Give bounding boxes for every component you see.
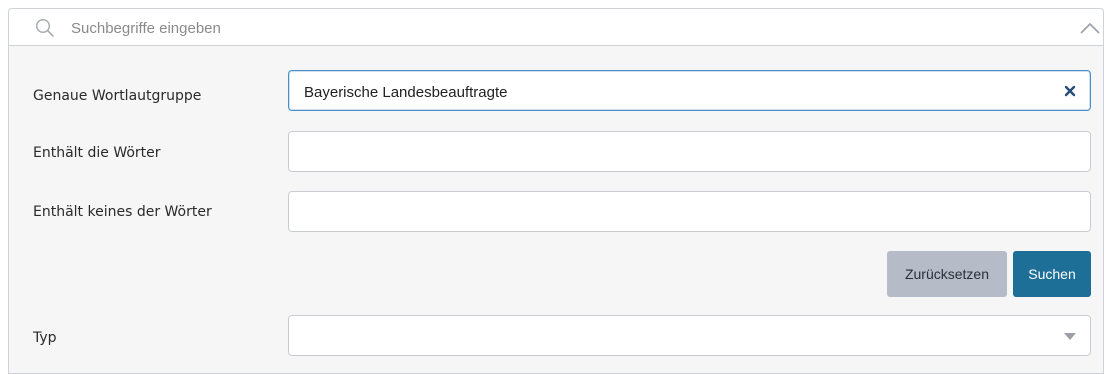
exact-phrase-input[interactable] xyxy=(302,80,1046,104)
search-button[interactable]: Suchen xyxy=(1013,251,1091,297)
type-select[interactable] xyxy=(288,315,1091,356)
contains-words-label: Enthält die Wörter xyxy=(33,145,161,161)
caret-down-icon xyxy=(1064,333,1076,340)
contains-words-field[interactable] xyxy=(288,131,1091,172)
reset-button[interactable]: Zurücksetzen xyxy=(887,251,1007,297)
close-icon[interactable] xyxy=(1063,84,1077,98)
contains-words-input[interactable] xyxy=(302,141,1046,165)
excludes-words-input[interactable] xyxy=(302,201,1046,225)
search-icon xyxy=(35,18,54,37)
exact-phrase-field[interactable] xyxy=(288,70,1091,111)
excludes-words-field[interactable] xyxy=(288,191,1091,232)
excludes-words-label: Enthält keines der Wörter xyxy=(33,204,212,220)
search-bar xyxy=(9,9,1103,46)
exact-phrase-label: Genaue Wortlautgruppe xyxy=(33,88,202,104)
type-label: Typ xyxy=(33,330,57,346)
chevron-up-icon[interactable] xyxy=(1079,21,1101,35)
search-input[interactable] xyxy=(69,16,1033,40)
advanced-search-panel: Genaue Wortlautgruppe Enthält die Wörter… xyxy=(8,8,1104,374)
